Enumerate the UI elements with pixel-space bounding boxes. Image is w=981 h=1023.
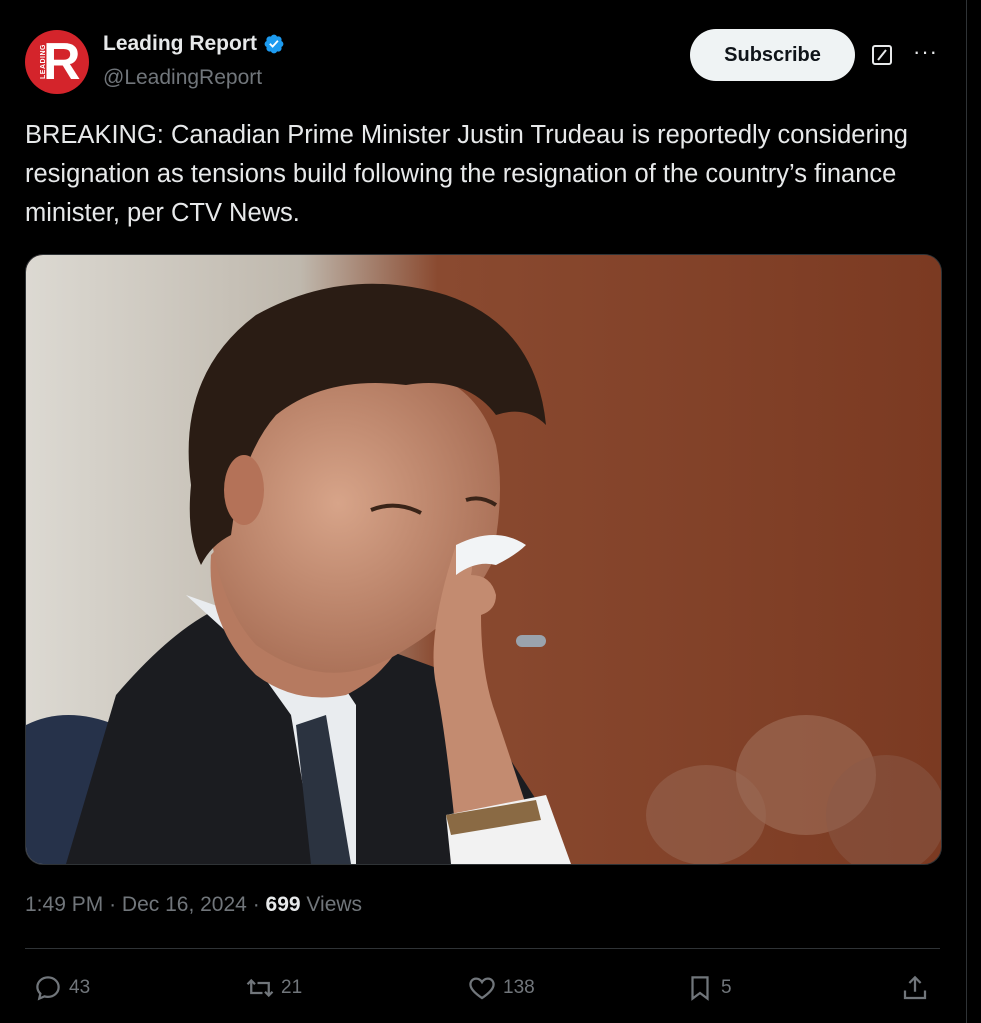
like-count: 138 — [503, 977, 535, 998]
post-header: LEADING R Leading Report @LeadingReport … — [25, 28, 945, 98]
repost-button[interactable]: 21 — [245, 973, 302, 1003]
meta-separator: · — [109, 893, 117, 916]
views-label: Views — [306, 893, 363, 916]
bookmark-button[interactable]: 5 — [685, 973, 732, 1003]
post-meta: 1:49 PM · Dec 16, 2024 · 699 Views — [25, 893, 362, 917]
post-date[interactable]: Dec 16, 2024 — [122, 893, 247, 916]
more-options-icon[interactable]: ··· — [913, 40, 938, 64]
avatar[interactable]: LEADING R — [25, 30, 89, 94]
grok-icon[interactable] — [871, 44, 893, 66]
reply-button[interactable]: 43 — [33, 973, 90, 1003]
bookmark-icon — [691, 976, 709, 1001]
name-row: Leading Report — [103, 32, 285, 56]
account-handle[interactable]: @LeadingReport — [103, 66, 262, 90]
divider — [25, 948, 940, 949]
subscribe-button[interactable]: Subscribe — [690, 29, 855, 81]
repost-count: 21 — [281, 977, 303, 998]
photo-illustration — [26, 255, 941, 864]
post-text: BREAKING: Canadian Prime Minister Justin… — [25, 121, 908, 227]
timeline-border — [966, 0, 967, 1023]
share-icon — [903, 975, 927, 1000]
repost-icon — [246, 978, 274, 998]
action-bar: 43 21 138 5 — [25, 965, 940, 1011]
heart-icon — [469, 977, 495, 1000]
bookmark-count: 5 — [721, 977, 732, 998]
post-image[interactable] — [25, 254, 942, 865]
reply-icon — [36, 976, 60, 1001]
views-count: 699 — [265, 893, 301, 916]
reply-count: 43 — [69, 977, 91, 998]
avatar-letter: R — [43, 33, 81, 91]
meta-separator: · — [252, 893, 260, 916]
verified-badge-icon[interactable] — [263, 33, 285, 55]
share-button[interactable] — [900, 973, 930, 1003]
account-name[interactable]: Leading Report — [103, 32, 257, 56]
like-button[interactable]: 138 — [467, 973, 535, 1003]
post-time[interactable]: 1:49 PM — [25, 893, 103, 916]
